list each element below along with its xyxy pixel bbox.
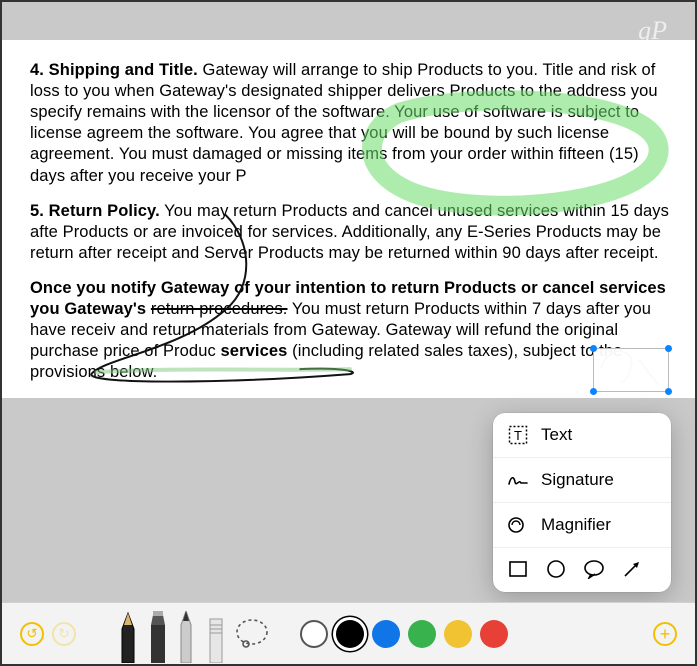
- section-number-5: 5.: [30, 202, 44, 220]
- popup-label-signature: Signature: [541, 470, 614, 490]
- section-body-4: Gateway will arrange to ship Products to…: [30, 61, 658, 185]
- section-number-4: 4.: [30, 61, 44, 79]
- highlighter-tool[interactable]: [144, 611, 172, 663]
- popup-label-text: Text: [541, 425, 572, 445]
- shape-speech-bubble[interactable]: [583, 558, 605, 580]
- add-annotation-button[interactable]: +: [653, 622, 677, 646]
- magnifier-icon: [507, 514, 529, 536]
- lasso-tool[interactable]: [234, 617, 270, 651]
- color-blue[interactable]: [372, 620, 400, 648]
- pen-tool[interactable]: [114, 611, 142, 663]
- color-white[interactable]: [300, 620, 328, 648]
- color-yellow[interactable]: [444, 620, 472, 648]
- app-frame: { "watermark": "gP", "document": { "sect…: [0, 0, 697, 666]
- pencil-tool[interactable]: [174, 611, 202, 663]
- popup-item-text[interactable]: T Text: [493, 413, 671, 457]
- tool-group: [114, 605, 270, 663]
- para3-strike: return procedures.: [151, 300, 288, 318]
- document-text: 4. Shipping and Title. Gateway will arra…: [30, 60, 677, 384]
- redo-button[interactable]: ↻: [52, 622, 76, 646]
- section-title-4: Shipping and Title.: [49, 61, 198, 79]
- shape-arrow[interactable]: [621, 558, 643, 580]
- color-group: [300, 620, 508, 648]
- popup-shape-row: [493, 547, 671, 592]
- popup-item-magnifier[interactable]: Magnifier: [493, 502, 671, 547]
- text-icon: T: [507, 424, 529, 446]
- color-green[interactable]: [408, 620, 436, 648]
- add-shape-popup: T Text Signature Magnifier: [493, 413, 671, 592]
- para3-bold2: services: [221, 342, 288, 360]
- popup-label-magnifier: Magnifier: [541, 515, 611, 535]
- section-title-5: Return Policy.: [49, 202, 160, 220]
- shape-rectangle[interactable]: [507, 558, 529, 580]
- signature-icon: [507, 469, 529, 491]
- popup-item-signature[interactable]: Signature: [493, 457, 671, 502]
- markup-toolbar: ↺ ↻ +: [2, 602, 695, 664]
- eraser-tool[interactable]: [204, 611, 232, 663]
- shape-circle[interactable]: [545, 558, 567, 580]
- color-red[interactable]: [480, 620, 508, 648]
- document-canvas[interactable]: 4. Shipping and Title. Gateway will arra…: [2, 40, 695, 398]
- color-black-selected[interactable]: [336, 620, 364, 648]
- undo-button[interactable]: ↺: [20, 622, 44, 646]
- svg-text:T: T: [514, 428, 522, 443]
